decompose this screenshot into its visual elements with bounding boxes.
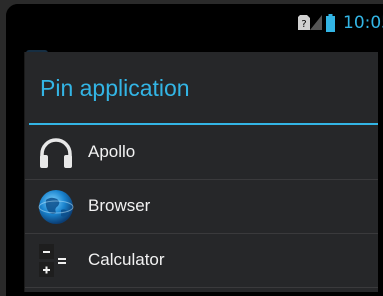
app-label: Browser [88,196,151,215]
app-label: Apollo [88,142,136,161]
list-item-calculator[interactable]: Calculator [25,234,378,288]
pin-application-dialog: Pin application Apollo Browser Calculato… [24,52,378,292]
status-time: 10:05 [343,13,383,33]
dialog-title: Pin application [40,75,190,101]
battery-icon [326,14,335,32]
title-divider [29,123,378,125]
app-label: Calculator [88,250,165,269]
calculator-icon [39,244,66,277]
headphones-icon [40,138,72,168]
svg-text:?: ? [301,19,306,30]
globe-icon [38,190,74,224]
list-item-apollo[interactable]: Apollo [25,126,378,180]
status-bar: ? 10:05 [6,4,383,42]
list-item-browser[interactable]: Browser [25,180,378,234]
app-list: Apollo Browser Calculator [25,126,378,288]
signal-bars-icon [310,15,322,30]
sim-no-signal-icon: ? [298,15,310,30]
